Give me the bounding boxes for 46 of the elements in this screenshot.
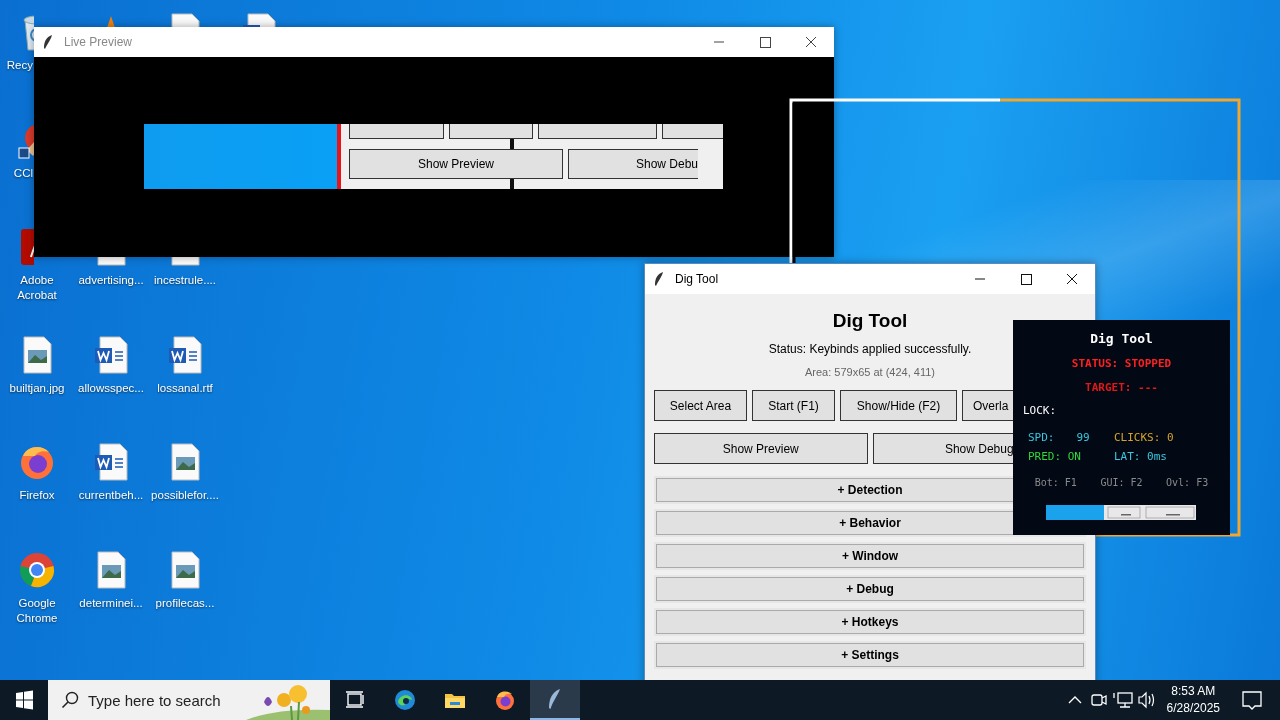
section-header[interactable]: + Hotkeys — [656, 610, 1084, 634]
status-text: Status: Keybinds applied successfully. — [767, 342, 973, 356]
stat-readout: LAT: 0ms — [1114, 450, 1167, 463]
feather-icon — [653, 271, 665, 287]
feather-taskbar-button[interactable] — [530, 680, 580, 720]
clock-date[interactable]: 6/28/2025 — [1166, 700, 1220, 717]
overlay-title: Dig Tool — [1089, 331, 1154, 346]
action-button[interactable]: Show/Hide (F2) — [840, 390, 957, 421]
icon-label: incestrule.... — [154, 273, 216, 288]
window-title: Dig Tool — [675, 272, 719, 286]
target-readout: TARGET: --- — [1084, 381, 1159, 394]
section-header[interactable]: + Window — [656, 544, 1084, 568]
action-button[interactable]: Show Preview — [654, 433, 868, 464]
icon-label: lossanal.rtf — [157, 380, 213, 396]
hotkey-hint: GUI: F2 — [1100, 477, 1143, 488]
icon-label: Firefox — [19, 488, 55, 503]
icon-label: CCl — [12, 165, 33, 181]
search-field[interactable]: Type here to search — [48, 680, 330, 720]
action-button[interactable]: Select Area — [654, 390, 747, 421]
search-icon — [60, 690, 80, 710]
icon-label: advertising... — [78, 273, 144, 288]
app-heading: Dig Tool — [831, 310, 909, 332]
hotkey-hint: Bot: F1 — [1034, 477, 1077, 488]
clock-time[interactable]: 8:53 AM — [1171, 683, 1216, 700]
section-header[interactable]: + Settings — [656, 643, 1084, 667]
stat-readout: CLICKS: 0 — [1114, 431, 1174, 444]
action-button[interactable]: Start (F1) — [752, 390, 835, 421]
icon-label: Recy — [5, 58, 33, 73]
status-readout: STATUS: STOPPED — [1070, 357, 1173, 370]
icon-label: allowsspec... — [78, 380, 144, 396]
icon-label: currentbeh... — [78, 488, 144, 503]
section-header[interactable]: + Debug — [656, 577, 1084, 601]
feather-icon — [42, 34, 54, 50]
lock-readout: LOCK: — [1023, 404, 1058, 417]
edge-icon — [393, 688, 417, 712]
stat-readout: PRED: ON — [1028, 450, 1081, 463]
window-title: Live Preview — [64, 35, 133, 49]
icon-label: profilecas... — [155, 595, 215, 611]
icon-label: possiblefor.... — [151, 488, 219, 503]
area-text: Area: 579x65 at (424, 411) — [803, 366, 937, 378]
icon-label: Adobe Acrobat — [16, 273, 58, 303]
icon-label: Google Chrome — [15, 595, 59, 626]
stat-readout: SPD: — [1028, 431, 1055, 444]
icon-label: determinei... — [79, 595, 143, 611]
hotkey-hint: Ovl: F3 — [1166, 477, 1209, 488]
icon-label: builtjan.jpg — [9, 380, 65, 396]
